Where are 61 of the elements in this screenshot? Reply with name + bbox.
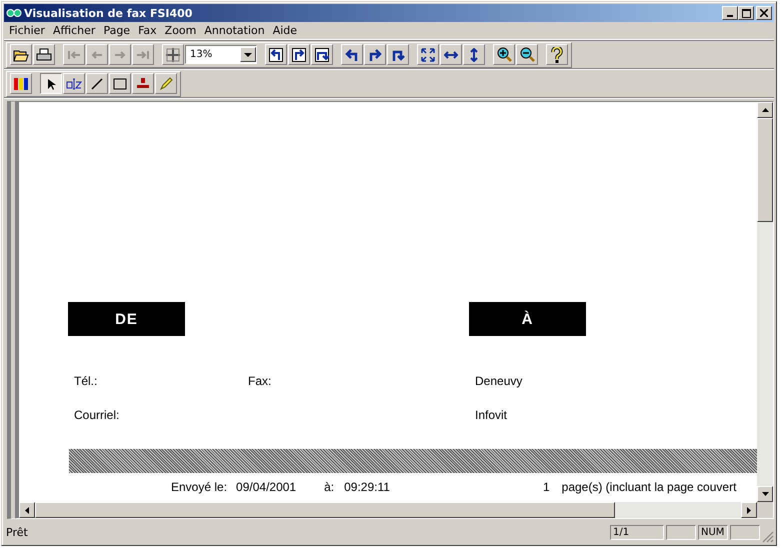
minimize-button[interactable] [722, 6, 738, 20]
open-folder-icon[interactable] [10, 44, 32, 65]
zoom-in-icon[interactable] [493, 44, 515, 65]
scroll-left-icon[interactable] [19, 502, 35, 518]
status-pane [730, 524, 760, 540]
zoom-dropdown[interactable]: 13% [185, 45, 257, 64]
from-header: DE [68, 302, 185, 336]
rotate-right-icon[interactable] [288, 44, 310, 65]
menu-item[interactable]: Zoom [162, 24, 202, 37]
menu-item[interactable]: Aide [270, 24, 302, 37]
pages-text: page(s) (incluant la page couvert [562, 480, 736, 496]
to-header: À [469, 302, 586, 336]
sent-date: 09/04/2001 [236, 480, 296, 496]
field-value: Infovit [475, 408, 508, 422]
menu-item[interactable]: Fichier [6, 24, 50, 37]
pointer-tool-icon[interactable] [40, 73, 62, 94]
grid-icon[interactable] [162, 44, 184, 65]
field-label: Fax: [248, 374, 272, 388]
menu-item[interactable]: Page [100, 24, 136, 37]
horizontal-scrollbar[interactable] [19, 502, 757, 518]
zoom-out-icon[interactable] [516, 44, 538, 65]
stamp-tool-icon[interactable] [132, 73, 154, 94]
close-button[interactable] [756, 6, 772, 20]
line-tool-icon[interactable] [86, 73, 108, 94]
help-icon[interactable] [546, 44, 568, 65]
maximize-button[interactable] [738, 6, 754, 20]
page-count: 1 [542, 480, 550, 496]
scroll-thumb[interactable] [35, 502, 615, 518]
printer-icon[interactable] [33, 44, 55, 65]
sent-time: 09:29:11 [344, 480, 390, 496]
maximize-icon [742, 8, 750, 18]
fit-page-icon[interactable] [417, 44, 439, 65]
menu-item[interactable]: Annotation [201, 24, 270, 37]
color-bars-icon[interactable] [10, 73, 32, 94]
fit-height-icon[interactable] [463, 44, 485, 65]
rotate-left-icon[interactable] [265, 44, 287, 65]
menu-item[interactable]: Afficher [50, 24, 100, 37]
scroll-down-icon[interactable] [757, 486, 773, 502]
time-label: à: [324, 480, 334, 496]
flip-icon[interactable] [311, 44, 333, 65]
window-title: Visualisation de fax FSI400 [24, 6, 192, 20]
marker-tool-icon[interactable] [155, 73, 177, 94]
vertical-scrollbar[interactable] [757, 102, 773, 502]
fit-width-icon[interactable] [440, 44, 462, 65]
app-icon [6, 7, 22, 19]
status-message: Prêt [5, 526, 29, 538]
text-tool-icon[interactable] [63, 73, 85, 94]
rect-tool-icon[interactable] [109, 73, 131, 94]
resize-grip-icon[interactable] [762, 531, 774, 543]
scroll-thumb[interactable] [757, 118, 773, 222]
menu-item[interactable]: Fax [135, 24, 162, 37]
field-label: Tél.: [74, 374, 98, 388]
status-pane [666, 524, 696, 540]
field-value: Deneuvy [475, 374, 522, 388]
sent-label: Envoyé le: [171, 480, 228, 496]
field-label: Courriel: [74, 408, 120, 422]
close-icon [760, 9, 768, 17]
num-lock-indicator: NUM [698, 524, 728, 540]
page-indicator: 1/1 [610, 524, 664, 540]
scroll-up-icon[interactable] [757, 102, 773, 118]
scroll-right-icon[interactable] [741, 502, 757, 518]
